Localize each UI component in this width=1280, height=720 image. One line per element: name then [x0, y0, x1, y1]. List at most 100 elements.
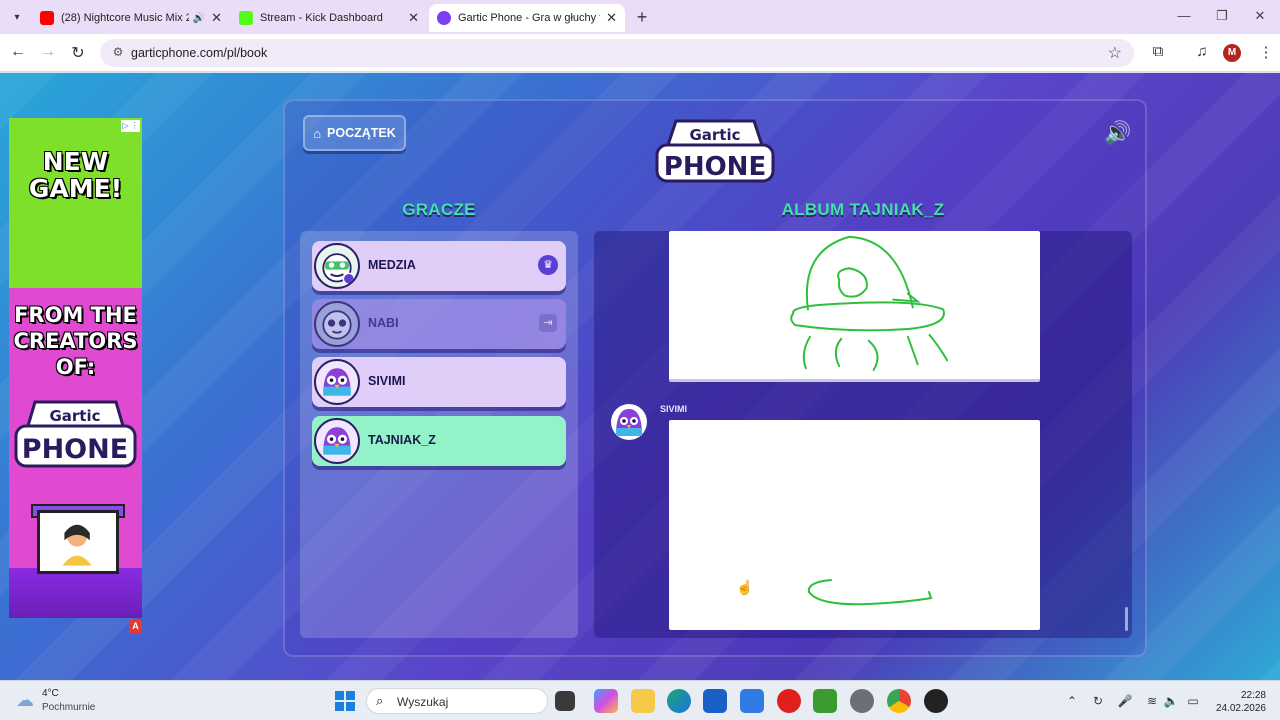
pinned-app-icon[interactable] — [924, 689, 948, 713]
chrome-icon[interactable] — [887, 689, 911, 713]
taskbar-search[interactable]: ⌕ Wyszukaj — [366, 688, 548, 714]
youtube-icon — [40, 11, 54, 25]
ad-badge[interactable]: A — [129, 620, 142, 633]
crown-icon: ♛ — [538, 255, 558, 275]
onedrive-sync-icon[interactable]: ↻ — [1090, 694, 1106, 708]
tray-chevron-icon[interactable]: ⌃ — [1064, 694, 1080, 708]
author-avatar — [610, 403, 648, 441]
microsoft-store-icon[interactable] — [703, 689, 727, 713]
tab-title: Gartic Phone - Gra w głuchy te — [458, 12, 601, 24]
audio-playing-icon[interactable]: 🔊 — [193, 13, 205, 24]
weather-temperature[interactable]: 4°C — [42, 688, 59, 699]
drawing-card — [669, 231, 1040, 382]
drawing-card — [669, 420, 1040, 630]
logo-small-text: Gartic — [689, 126, 740, 144]
settings-gear-icon[interactable] — [850, 689, 874, 713]
album-scrollbar[interactable] — [1125, 607, 1128, 631]
tab-title: Stream - Kick Dashboard — [260, 12, 383, 24]
player-name: SIVIMI — [368, 374, 406, 388]
taskbar: ☁ 4°C Pochmurnie ⌕ Wyszukaj ⌃ ↻ 🎤 ≋ 🔈 ▭ … — [0, 680, 1280, 720]
browser-menu-icon[interactable]: ⋮ — [1256, 43, 1276, 61]
volume-icon[interactable]: 🔈 — [1163, 694, 1179, 708]
cloud-weather-icon[interactable]: ☁ — [16, 690, 38, 710]
browser-tab-kick[interactable]: Stream - Kick Dashboard ✕ — [231, 4, 427, 32]
system-clock[interactable]: 22:28 24.02.2026 — [1214, 689, 1266, 715]
drawing-partial — [807, 579, 933, 606]
browser-toolbar: ← → ↻ ⚙ garticphone.com/pl/book ☆ ⧉ ♫ ⋮ — [0, 34, 1280, 72]
windows-start-icon[interactable] — [335, 691, 355, 711]
edge-browser-icon[interactable] — [667, 689, 691, 713]
player-card[interactable]: MEDZIA ♛ — [312, 241, 566, 291]
close-tab-icon[interactable]: ✕ — [211, 10, 222, 26]
album-author-name: SIVIMI — [660, 404, 688, 414]
reload-icon[interactable]: ↻ — [68, 43, 88, 63]
player-name: NABI — [368, 316, 399, 330]
home-button[interactable]: ⌂ POCZĄTEK — [303, 115, 406, 151]
ad-drawing-board — [37, 510, 119, 574]
ad-subline: FROM THE CREATORS OF: — [13, 303, 138, 379]
tab-search-chevron-icon[interactable]: ▾ — [8, 8, 26, 26]
minimize-window-button[interactable]: — — [1174, 8, 1194, 23]
ad-logo-small-text: Gartic — [49, 407, 100, 425]
weather-condition[interactable]: Pochmurnie — [42, 702, 95, 713]
close-tab-icon[interactable]: ✕ — [408, 10, 419, 26]
forward-arrow-icon[interactable]: → — [38, 43, 58, 61]
browser-tabstrip: ▾ (28) Nightcore Music Mix 20 🔊 ✕ Stream… — [0, 0, 1280, 34]
players-heading: GRACZE — [402, 200, 476, 219]
browser-tab-gartic[interactable]: Gartic Phone - Gra w głuchy te ✕ — [429, 4, 625, 32]
extensions-puzzle-icon[interactable]: ⧉ — [1148, 43, 1168, 60]
speaker-volume-icon[interactable]: 🔊 — [1102, 120, 1134, 146]
url-text[interactable]: garticphone.com/pl/book — [131, 46, 267, 60]
close-tab-icon[interactable]: ✕ — [606, 10, 617, 26]
microphone-icon[interactable]: 🎤 — [1117, 694, 1133, 708]
adchoices-icon[interactable]: ▷ ⋮ — [121, 120, 140, 132]
ad-headline: NEW GAME! — [28, 147, 123, 203]
drawing-jellyfish — [790, 235, 949, 372]
search-placeholder: Wyszukaj — [397, 695, 449, 709]
avatar — [314, 301, 360, 347]
tab-title: (28) Nightcore Music Mix 20 — [61, 12, 189, 24]
battery-icon[interactable]: ▭ — [1185, 694, 1201, 708]
kick-icon — [239, 11, 253, 25]
mouse-cursor-icon: ☝ — [736, 579, 754, 595]
player-name: MEDZIA — [368, 258, 416, 272]
player-card[interactable]: SIVIMI — [312, 357, 566, 407]
ad-gartic-logo: Gartic PHONE — [14, 400, 137, 468]
ad-character-icon — [62, 524, 92, 566]
advertisement-banner[interactable]: NEW GAME! FROM THE CREATORS OF: Gartic P… — [9, 118, 142, 618]
clock-date: 24.02.2026 — [1215, 703, 1266, 714]
site-settings-icon[interactable]: ⚙ — [110, 45, 126, 61]
task-view-icon[interactable] — [555, 691, 575, 711]
outlook-icon[interactable] — [740, 689, 764, 713]
minecraft-icon[interactable] — [813, 689, 837, 713]
leave-icon: ⇥ — [539, 314, 557, 332]
address-bar[interactable]: ⚙ garticphone.com/pl/book ☆ — [100, 39, 1134, 67]
player-card[interactable]: TAJNIAK_Z — [312, 416, 566, 466]
browser-tab-youtube[interactable]: (28) Nightcore Music Mix 20 🔊 ✕ — [32, 4, 230, 32]
home-button-label: POCZĄTEK — [327, 126, 396, 140]
players-panel: MEDZIA ♛ NABI ⇥ SIVIMI TAJNIAK_Z — [300, 231, 578, 638]
home-icon: ⌂ — [313, 125, 322, 141]
profile-avatar[interactable]: M — [1223, 44, 1241, 62]
wifi-icon[interactable]: ≋ — [1144, 694, 1160, 708]
ad-logo-big-text: PHONE — [22, 434, 128, 465]
opera-icon[interactable] — [777, 689, 801, 713]
new-tab-button[interactable]: + — [632, 7, 652, 28]
bookmark-star-icon[interactable]: ☆ — [1108, 43, 1122, 63]
page-background: NEW GAME! FROM THE CREATORS OF: Gartic P… — [0, 73, 1280, 680]
avatar — [314, 243, 360, 289]
player-name: TAJNIAK_Z — [368, 433, 436, 447]
gartic-phone-logo: Gartic PHONE — [655, 119, 775, 183]
back-arrow-icon[interactable]: ← — [8, 43, 28, 61]
avatar — [314, 359, 360, 405]
album-panel[interactable]: SIVIMI — [594, 231, 1132, 638]
player-card[interactable]: NABI ⇥ — [312, 299, 566, 349]
media-controls-icon[interactable]: ♫ — [1192, 43, 1212, 60]
copilot-icon[interactable] — [594, 689, 618, 713]
close-window-button[interactable]: ✕ — [1250, 8, 1270, 24]
album-heading: ALBUM TAJNIAK_Z — [781, 200, 945, 219]
file-explorer-icon[interactable] — [631, 689, 655, 713]
logo-big-text: PHONE — [664, 152, 766, 182]
restore-window-button[interactable]: ❐ — [1212, 8, 1232, 24]
gartic-icon — [437, 11, 451, 25]
